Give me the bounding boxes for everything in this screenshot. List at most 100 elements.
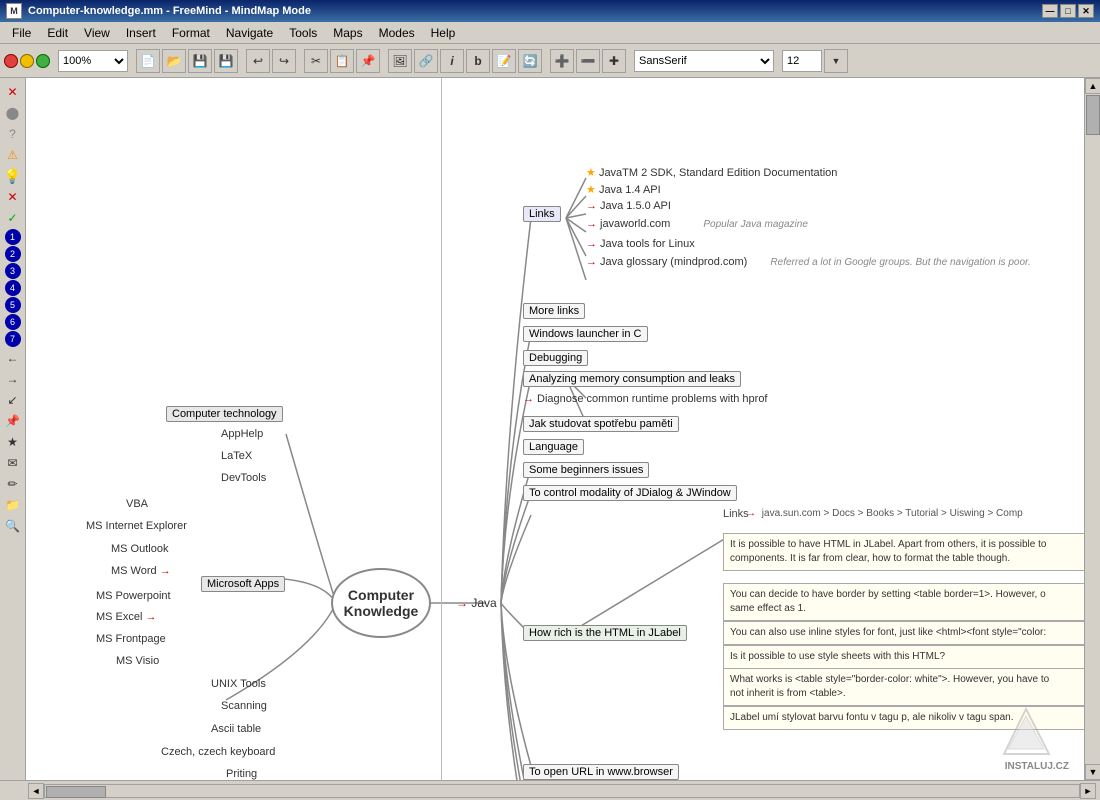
msvisio-node[interactable]: MS Visio [116,655,159,667]
sidebar-pencil[interactable]: ✏ [3,474,23,494]
apphelp-node[interactable]: AppHelp [221,428,263,440]
devtools-node[interactable]: DevTools [221,472,266,484]
sidebar-arrow-left[interactable]: ← [3,348,23,368]
tb-fontsize-down[interactable]: ▼ [824,49,848,73]
priting-node[interactable]: Priting [226,768,257,780]
tb-yellow-btn[interactable] [20,54,34,68]
java14-node[interactable]: ★ Java 1.4 API [586,183,661,196]
menu-edit[interactable]: Edit [39,24,76,42]
windows-launcher-node[interactable]: Windows launcher in C [523,326,648,342]
fontsize-input[interactable] [782,50,822,72]
tb-paste[interactable]: 📌 [356,49,380,73]
modality-node[interactable]: To control modality of JDialog & JWindow [523,485,737,501]
sidebar-mail[interactable]: ✉ [3,453,23,473]
tb-remove[interactable]: ➖ [576,49,600,73]
tb-undo[interactable]: ↩ [246,49,270,73]
javaworld-node[interactable]: →javaworld.com Popular Java magazine [586,218,808,230]
menu-insert[interactable]: Insert [118,24,164,42]
sidebar-icon-4[interactable]: 💡 [3,166,23,186]
tb-add-sibling[interactable]: ✚ [602,49,626,73]
zoom-select[interactable]: 100% 75% 150% [58,50,128,72]
sidebar-icon-5[interactable]: ✕ [3,187,23,207]
central-node[interactable]: ComputerKnowledge [331,568,431,638]
sidebar-num-3[interactable]: 3 [5,263,21,279]
ms-apps-node[interactable]: Microsoft Apps [201,576,285,592]
vba-node[interactable]: VBA [126,498,148,510]
msie-node[interactable]: MS Internet Explorer [86,520,187,532]
diagnose-node[interactable]: →Diagnose common runtime problems with h… [523,393,768,405]
sidebar-num-2[interactable]: 2 [5,246,21,262]
sidebar-num-4[interactable]: 4 [5,280,21,296]
tb-save2[interactable]: 💾 [214,49,238,73]
links-sub-label[interactable]: Links [723,508,749,520]
msword-node[interactable]: MS Word → [111,565,174,577]
tb-link[interactable]: 🔗 [414,49,438,73]
scroll-right-btn[interactable]: ► [1080,783,1096,799]
msfrontpage-node[interactable]: MS Frontpage [96,633,166,645]
sidebar-icon-1[interactable]: ⬤ [3,103,23,123]
javaglossary-node[interactable]: →Java glossary (mindprod.com) Referred a… [586,256,1031,268]
tb-save[interactable]: 💾 [188,49,212,73]
sidebar-arrow-right[interactable]: → [3,369,23,389]
tb-bold[interactable]: b [466,49,490,73]
scroll-thumb[interactable] [1086,95,1100,135]
jak-studovat-node[interactable]: Jak studovat spotřebu paměti [523,416,679,432]
sidebar-folder[interactable]: 📁 [3,495,23,515]
sidebar-zoom[interactable]: 🔍 [3,516,23,536]
sidebar-num-7[interactable]: 7 [5,331,21,347]
java-node[interactable]: → Java [456,596,497,610]
sidebar-num-1[interactable]: 1 [5,229,21,245]
more-links-node[interactable]: More links [523,303,585,319]
tb-open[interactable]: 📂 [162,49,186,73]
sidebar-icon-6[interactable]: ✓ [3,208,23,228]
tb-green-btn[interactable] [36,54,50,68]
canvas[interactable]: ComputerKnowledge → Java Links ★ JavaTM … [26,78,1084,780]
to-open-url-node[interactable]: To open URL in www.browser [523,764,679,780]
tb-refresh[interactable]: 🔄 [518,49,542,73]
tb-add-child[interactable]: ➕ [550,49,574,73]
sidebar-num-5[interactable]: 5 [5,297,21,313]
analyzing-node[interactable]: Analyzing memory consumption and leaks [523,371,741,387]
czech-kb-node[interactable]: Czech, czech keyboard [161,746,275,758]
tb-info[interactable]: i [440,49,464,73]
sidebar-num-6[interactable]: 6 [5,314,21,330]
sidebar-close-icon[interactable]: ✕ [3,82,23,102]
menu-file[interactable]: File [4,24,39,42]
msexcel-node[interactable]: MS Excel → [96,611,160,623]
menu-maps[interactable]: Maps [325,24,370,42]
links-label[interactable]: Links [523,206,561,222]
beginners-node[interactable]: Some beginners issues [523,462,649,478]
unix-tools-node[interactable]: UNIX Tools [211,678,266,690]
menu-view[interactable]: View [76,24,118,42]
close-button[interactable]: ✕ [1078,4,1094,18]
language-node[interactable]: Language [523,439,584,455]
menu-navigate[interactable]: Navigate [218,24,281,42]
sidebar-arrow-down[interactable]: ↙ [3,390,23,410]
scroll-left-btn[interactable]: ◄ [28,783,44,799]
sidebar-star[interactable]: ★ [3,432,23,452]
h-scroll-track[interactable] [44,784,1080,798]
msoutlook-node[interactable]: MS Outlook [111,543,168,555]
comp-tech-node[interactable]: Computer technology [166,406,283,422]
scanning-node[interactable]: Scanning [221,700,267,712]
minimize-button[interactable]: — [1042,4,1058,18]
sidebar-icon-2[interactable]: ? [3,124,23,144]
msppt-node[interactable]: MS Powerpoint [96,590,171,602]
debugging-node[interactable]: Debugging [523,350,588,366]
tb-copy[interactable]: 📋 [330,49,354,73]
how-rich-node[interactable]: How rich is the HTML in JLabel [523,625,687,641]
scroll-down-btn[interactable]: ▼ [1085,764,1100,780]
menu-format[interactable]: Format [164,24,218,42]
java15-node[interactable]: →Java 1.5.0 API [586,200,671,212]
scroll-up-btn[interactable]: ▲ [1085,78,1100,94]
right-scrollbar[interactable]: ▲ ▼ [1084,78,1100,780]
tb-redo[interactable]: ↪ [272,49,296,73]
menu-help[interactable]: Help [423,24,464,42]
javaTM-node[interactable]: ★ JavaTM 2 SDK, Standard Edition Documen… [586,166,837,179]
ascii-table-node[interactable]: Ascii table [211,723,261,735]
scroll-track[interactable] [1085,94,1100,764]
menu-tools[interactable]: Tools [281,24,325,42]
menu-modes[interactable]: Modes [371,24,423,42]
sidebar-pin[interactable]: 📌 [3,411,23,431]
sidebar-icon-3[interactable]: ⚠ [3,145,23,165]
